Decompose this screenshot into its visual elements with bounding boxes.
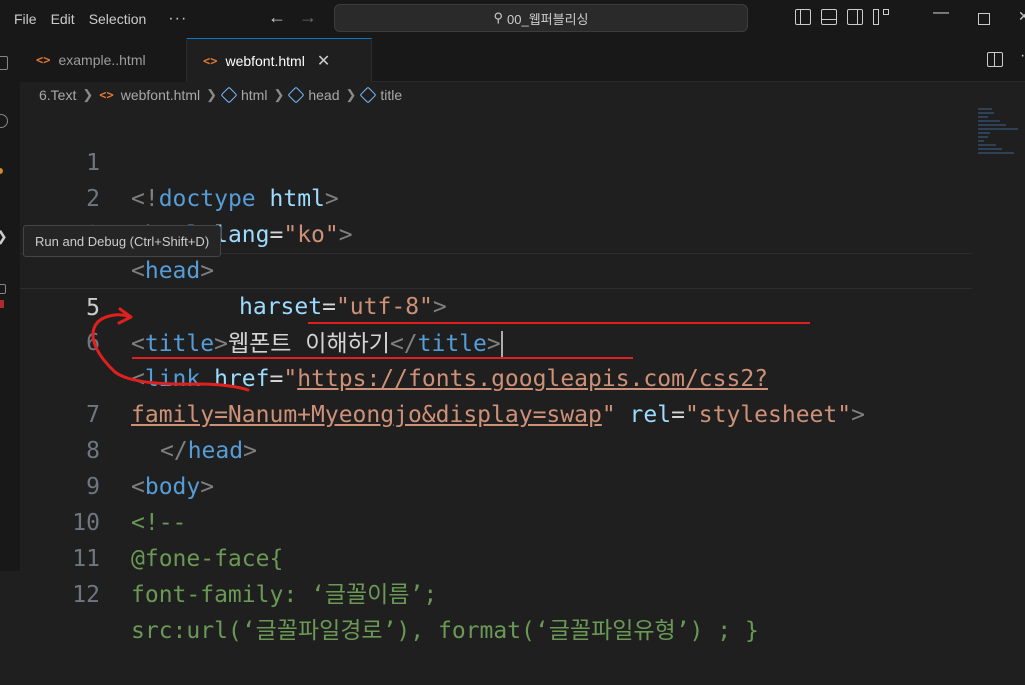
html-file-icon: <> bbox=[99, 88, 114, 102]
symbol-cube-icon bbox=[287, 86, 305, 104]
code-line-current[interactable]: 5 <title>웹폰트 이해하기</title> bbox=[20, 253, 972, 359]
toggle-secondary-sidebar-icon[interactable] bbox=[847, 9, 863, 25]
explorer-icon[interactable] bbox=[0, 56, 8, 70]
breadcrumb-symbol-label: html bbox=[241, 87, 268, 103]
code-line[interactable]: 9 <!-- bbox=[20, 433, 972, 536]
search-icon: ⚲ bbox=[493, 10, 504, 25]
minimap[interactable] bbox=[978, 108, 1018, 188]
symbol-cube-icon bbox=[220, 86, 238, 104]
command-center-label: 00_웹퍼블리싱 bbox=[507, 11, 589, 27]
command-center-search[interactable]: ⚲ 00_웹퍼블리싱 bbox=[334, 4, 748, 32]
layout-controls bbox=[795, 9, 889, 25]
tab-label: webfont.html bbox=[225, 52, 305, 69]
close-window-button[interactable]: ✕ bbox=[1018, 8, 1025, 25]
html-file-icon: <> bbox=[203, 53, 218, 68]
customize-layout-icon[interactable] bbox=[873, 9, 889, 25]
toggle-primary-sidebar-icon[interactable] bbox=[795, 9, 811, 25]
code-line[interactable]: 7 </head> bbox=[20, 361, 972, 464]
run-debug-tooltip: Run and Debug (Ctrl+Shift+D) bbox=[23, 225, 222, 257]
breadcrumb-symbol-title[interactable]: title bbox=[359, 86, 403, 104]
search-view-icon[interactable] bbox=[0, 114, 8, 128]
breadcrumb-symbol-head[interactable]: head bbox=[287, 86, 340, 104]
code-line[interactable]: 1 <!doctype html> bbox=[20, 109, 972, 212]
breadcrumb-folder[interactable]: 6.Text bbox=[39, 87, 76, 103]
extensions-badge bbox=[0, 300, 4, 308]
code-line[interactable]: 3 <head> bbox=[20, 181, 972, 284]
menu-edit[interactable]: Edit bbox=[51, 11, 75, 27]
code-line[interactable]: 2 <html lang="ko"> bbox=[20, 145, 972, 248]
token: font-family: ‘글꼴이름’; bbox=[131, 582, 438, 608]
maximize-button[interactable] bbox=[978, 13, 990, 25]
symbol-cube-icon bbox=[359, 86, 377, 104]
split-editor-icon[interactable] bbox=[987, 52, 1003, 67]
breadcrumb-symbol-label: title bbox=[380, 87, 403, 103]
breadcrumb: 6.Text ❯ <> webfont.html ❯ html ❯ head ❯… bbox=[20, 82, 1025, 108]
extensions-icon[interactable] bbox=[0, 284, 6, 294]
tab-webfont-html[interactable]: <> webfont.html ✕ bbox=[187, 38, 372, 82]
chevron-right-icon: ❯ bbox=[206, 87, 217, 102]
breadcrumb-symbol-html[interactable]: html bbox=[220, 86, 268, 104]
tab-label: example..html bbox=[58, 52, 146, 68]
back-arrow-icon[interactable]: ← bbox=[268, 7, 286, 28]
chevron-right-icon: ❯ bbox=[345, 87, 357, 102]
tab-example-html[interactable]: <> example..html bbox=[20, 38, 187, 82]
minimize-button[interactable]: — bbox=[933, 4, 949, 22]
breadcrumb-file[interactable]: <> webfont.html bbox=[99, 87, 200, 103]
menu-file[interactable]: File bbox=[14, 11, 37, 27]
menu-selection[interactable]: Selection bbox=[89, 11, 147, 27]
run-debug-icon[interactable]: ❯ bbox=[0, 228, 8, 245]
close-icon[interactable]: ✕ bbox=[317, 51, 330, 71]
menu-more-button[interactable]: ··· bbox=[168, 10, 187, 28]
breadcrumb-symbol-label: head bbox=[308, 87, 340, 103]
code-line[interactable]: 6 <link href="https://fonts.googleapis.c… bbox=[20, 289, 972, 392]
line-number: 12 bbox=[72, 582, 100, 608]
toggle-panel-icon[interactable] bbox=[821, 9, 837, 25]
code-editor[interactable]: 1 <!doctype html> 2 <html lang="ko"> 3 <… bbox=[20, 108, 1025, 644]
chevron-right-icon: ❯ bbox=[273, 87, 285, 102]
breadcrumb-file-label: webfont.html bbox=[120, 87, 201, 103]
activity-bar: ❯ bbox=[0, 38, 20, 571]
html-file-icon: <> bbox=[36, 53, 51, 67]
forward-arrow-icon[interactable]: → bbox=[299, 7, 317, 28]
code-line[interactable]: 11 font-family: ‘글꼴이름’; bbox=[20, 505, 972, 608]
more-actions-icon[interactable]: ··· bbox=[1020, 47, 1025, 65]
code-line[interactable]: 12 src:url(‘글꼴파일경로’), format(‘글꼴파일유형’) ;… bbox=[20, 541, 972, 644]
title-bar: File Edit Selection ··· ← → ⚲ 00_웹퍼블리싱 —… bbox=[0, 0, 1025, 38]
editor-tab-bar: <> example..html <> webfont.html ✕ ··· bbox=[20, 38, 1025, 82]
chevron-right-icon: ❯ bbox=[82, 87, 94, 102]
tooltip-text: Run and Debug (Ctrl+Shift+D) bbox=[35, 233, 210, 249]
code-line[interactable]: 8 <body> bbox=[20, 397, 972, 500]
code-line-wrapped[interactable]: family=Nanum+Myeongjo&display=swap" rel=… bbox=[20, 325, 972, 428]
token: src:url(‘글꼴파일경로’), format(‘글꼴파일유형’) ; } bbox=[131, 618, 759, 644]
source-control-icon[interactable] bbox=[0, 168, 3, 174]
code-line[interactable]: 10 @fone-face{ bbox=[20, 469, 972, 572]
